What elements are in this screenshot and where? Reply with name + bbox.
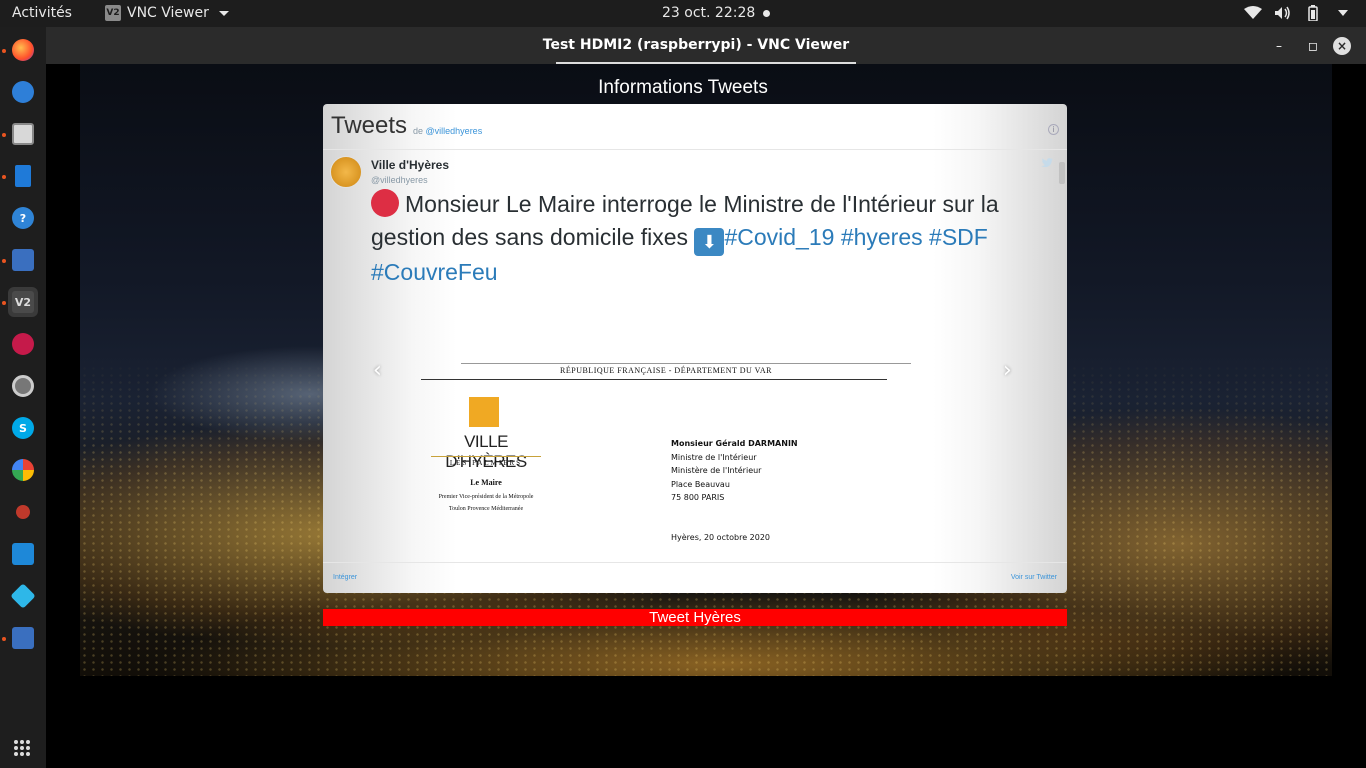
writer-icon [15,165,31,187]
vscode-icon [12,543,34,565]
avatar[interactable] [330,156,362,188]
window-titlebar[interactable]: Test HDMI2 (raspberrypi) - VNC Viewer – … [46,27,1366,64]
hashtag-link[interactable]: #hyeres [841,224,923,250]
tweet-author-name[interactable]: Ville d'Hyères [371,158,449,172]
letter-date: Hyères, 20 octobre 2020 [671,533,771,542]
wifi-icon[interactable] [1244,4,1262,22]
activities-button[interactable]: Activités [12,5,72,21]
divider [461,363,911,364]
tweet-text: Monsieur Le Maire interroge le Ministre … [371,188,1041,289]
vnc-viewer-icon: V2 [12,291,34,313]
tweet-item: Ville d'Hyères @villedhyeres Monsieur Le… [323,150,1067,562]
vnc-app-icon: V2 [105,5,121,21]
address-line: Ministère de l'Intérieur [671,466,762,475]
notification-dot-icon [763,10,770,17]
view-on-twitter-link[interactable]: Voir sur Twitter [1011,574,1057,581]
vscode-launcher[interactable] [8,539,38,569]
vnc-viewer-launcher[interactable]: V2 [8,287,38,317]
running-indicator [2,175,6,179]
tweet-author-handle[interactable]: @villedhyeres [371,175,428,185]
skype-icon: S [12,417,34,439]
remote-access-2-icon [12,627,34,649]
joystick-launcher[interactable] [8,497,38,527]
tweet-hyeres-bar: Tweet Hyères [323,609,1067,626]
help-launcher[interactable]: ? [8,203,38,233]
widget-footer: Intégrer Voir sur Twitter [323,562,1067,593]
widget-title: Tweets [331,112,408,139]
city-logo-subtitle: LES PALMIERS [431,456,541,467]
running-indicator [2,301,6,305]
widget-header: Tweets de @villedhyeres i [323,104,1067,150]
writer-launcher[interactable] [8,161,38,191]
skype-launcher[interactable]: S [8,413,38,443]
letter-header: RÉPUBLIQUE FRANÇAISE - DÉPARTEMENT DU VA… [560,366,772,375]
top-bar: Activités V2 VNC Viewer 23 oct. 22:28 [0,0,1366,27]
minimize-button[interactable]: – [1270,37,1288,55]
letter-sender-title: Premier Vice-président de la Métropole T… [411,491,561,515]
letter-recipient-address: Monsieur Gérald DARMANIN Ministre de l'I… [671,437,798,505]
battery-icon[interactable] [1304,4,1322,22]
app-menu[interactable]: V2 VNC Viewer [105,5,229,21]
twitter-bird-icon[interactable] [1041,158,1053,168]
volume-icon[interactable] [1274,4,1292,22]
app-menu-label: VNC Viewer [127,5,209,21]
remote-access-launcher[interactable] [8,245,38,275]
maximize-button[interactable]: ◻ [1304,37,1322,55]
down-arrow-emoji-icon: ⬇ [694,228,725,256]
widget-byline: de @villedhyeres [413,126,482,136]
letter-sender: Le Maire [470,478,502,487]
recipient-name: Monsieur Gérald DARMANIN [671,439,798,448]
window-title: Test HDMI2 (raspberrypi) - VNC Viewer [542,37,850,53]
remote-access-icon [12,249,34,271]
divider [421,379,887,380]
system-menu-chevron-icon[interactable] [1334,4,1352,22]
pinwheel-icon [12,459,34,481]
scrollbar-thumb[interactable] [1059,162,1065,184]
clock[interactable]: 23 oct. 22:28 [662,5,755,21]
twitter-timeline-widget[interactable]: Tweets de @villedhyeres i Ville d'Hyères… [323,104,1067,593]
tweet-media-image[interactable]: RÉPUBLIQUE FRANÇAISE - DÉPARTEMENT DU VA… [371,350,1011,562]
running-indicator [2,637,6,641]
firefox-icon [12,39,34,61]
settings-launcher[interactable] [8,371,38,401]
embed-link[interactable]: Intégrer [333,574,357,581]
help-icon: ? [12,207,34,229]
sender-title-line: Premier Vice-président de la Métropole [438,494,534,500]
pinwheel-launcher[interactable] [8,455,38,485]
joystick-icon [16,505,30,519]
show-apps-icon[interactable] [14,740,30,756]
address-line: Ministre de l'Intérieur [671,452,757,462]
sender-title-line: Toulon Provence Méditerranée [448,506,524,512]
files-launcher[interactable] [8,119,38,149]
chevron-right-icon[interactable]: › [1003,358,1012,383]
address-line: Place Beauvau [671,479,730,489]
kodi-icon [10,583,36,609]
address-line: 75 800 PARIS [671,493,725,502]
scrollbar[interactable] [1059,154,1065,560]
byline-handle-link[interactable]: @villedhyeres [426,126,483,136]
firefox-launcher[interactable] [8,35,38,65]
raspberry-pi-launcher[interactable] [8,329,38,359]
page-title: Informations Tweets [598,77,768,98]
hashtag-link[interactable]: #CouvreFeu [371,259,498,285]
system-tray[interactable] [1244,4,1352,22]
chevron-left-icon[interactable]: ‹ [373,358,382,383]
settings-icon [12,375,34,397]
raspberry-pi-icon [12,333,34,355]
close-button[interactable]: × [1333,37,1351,55]
byline-prefix: de [413,126,424,136]
red-circle-emoji-icon [371,189,399,217]
hashtag-link[interactable]: #SDF [929,224,988,250]
info-icon[interactable]: i [1048,124,1059,135]
remote-access-2-launcher[interactable] [8,623,38,653]
kodi-launcher[interactable] [8,581,38,611]
files-icon [12,123,34,145]
running-indicator [2,259,6,263]
running-indicator [2,133,6,137]
dock: ? V2 S [0,27,46,768]
running-indicator [2,49,6,53]
city-logo-icon [469,397,499,427]
hashtag-link[interactable]: #Covid_19 [724,224,834,250]
chevron-down-icon [218,10,229,16]
